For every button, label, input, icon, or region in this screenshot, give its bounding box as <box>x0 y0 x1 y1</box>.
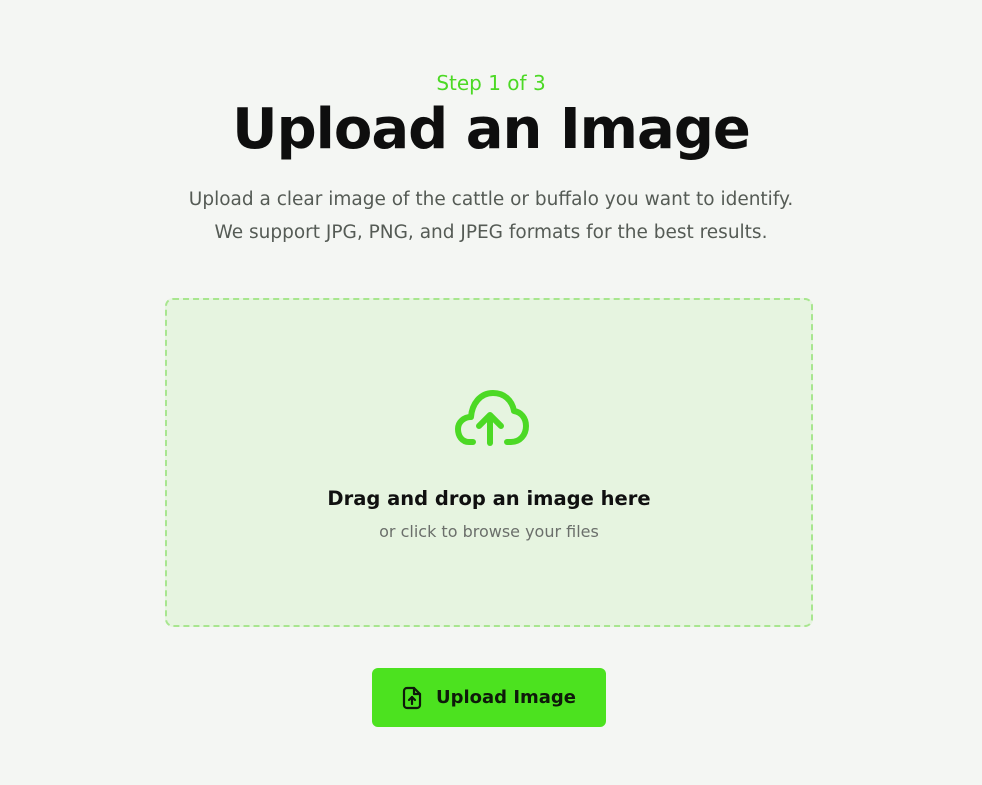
upload-image-button[interactable]: Upload Image <box>372 668 606 727</box>
dropzone-title: Drag and drop an image here <box>327 487 651 510</box>
image-dropzone[interactable]: Drag and drop an image here or click to … <box>165 298 813 627</box>
cloud-upload-icon <box>455 390 529 446</box>
page-description: Upload a clear image of the cattle or bu… <box>0 183 982 249</box>
description-line-1: Upload a clear image of the cattle or bu… <box>188 189 794 210</box>
upload-button-label: Upload Image <box>435 687 577 708</box>
step-indicator: Step 1 of 3 <box>436 71 546 95</box>
file-upload-icon <box>402 686 422 709</box>
description-line-2: We support JPG, PNG, and JPEG formats fo… <box>214 222 768 243</box>
page-title: Upload an Image <box>232 97 751 162</box>
dropzone-subtitle: or click to browse your files <box>379 522 599 541</box>
